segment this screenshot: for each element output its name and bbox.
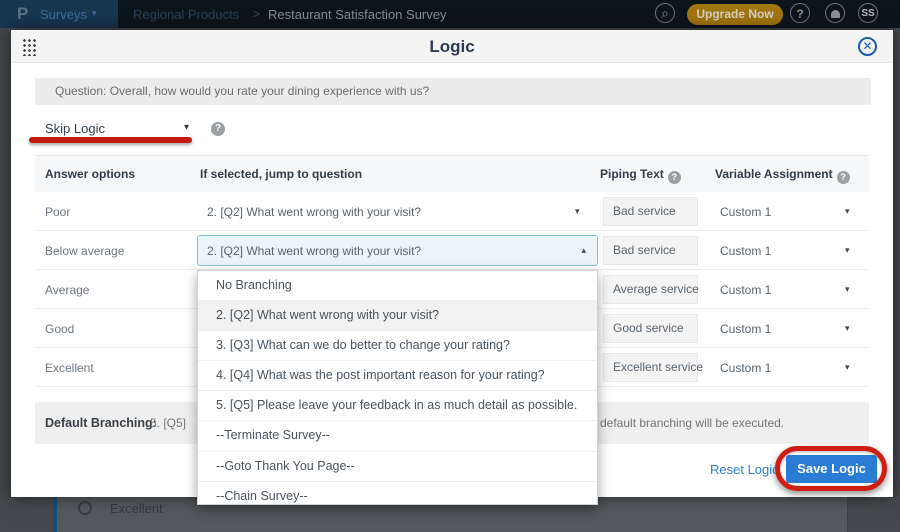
column-jump-to-question: If selected, jump to question: [200, 167, 362, 181]
default-branching-label: Default Branching:: [45, 402, 157, 444]
proprofs-logo[interactable]: P: [17, 4, 28, 24]
answer-option-label: Poor: [45, 205, 70, 219]
dropdown-option[interactable]: --Terminate Survey--: [198, 421, 597, 451]
chevron-down-icon[interactable]: ▾: [184, 122, 189, 133]
answer-option-label: Excellent: [45, 361, 94, 375]
breadcrumb-folder[interactable]: Regional Products: [133, 7, 239, 22]
red-underline-annotation: [29, 137, 192, 143]
piping-text-input[interactable]: Good service: [603, 314, 698, 343]
close-icon[interactable]: ✕: [858, 37, 877, 56]
variable-select[interactable]: Custom 1: [720, 322, 771, 336]
dropdown-option[interactable]: 4. [Q4] What was the post important reas…: [198, 361, 597, 391]
excellent-radio-label: Excellent: [110, 501, 163, 516]
variable-select[interactable]: Custom 1: [720, 361, 771, 375]
excellent-radio[interactable]: [78, 501, 92, 515]
dropdown-option[interactable]: No Branching: [198, 271, 597, 301]
answer-option-label: Good: [45, 322, 74, 336]
user-avatar[interactable]: SS: [858, 3, 878, 23]
answer-option-label: Average: [45, 283, 89, 297]
default-branching-note: default branching will be executed.: [600, 402, 784, 444]
chevron-down-icon[interactable]: ▾: [845, 284, 850, 295]
logic-type-help-icon[interactable]: ?: [211, 122, 225, 136]
surveys-menu[interactable]: Surveys: [40, 7, 87, 22]
jump-question-select[interactable]: 2. [Q2] What went wrong with your visit?: [207, 205, 577, 219]
jump-question-select-active[interactable]: 2. [Q2] What went wrong with your visit?…: [197, 235, 598, 266]
piping-text-input[interactable]: Bad service: [603, 236, 698, 265]
chevron-down-icon[interactable]: ▾: [845, 245, 850, 256]
dropdown-option[interactable]: 3. [Q3] What can we do better to change …: [198, 331, 597, 361]
piping-text-input[interactable]: Average service: [603, 275, 698, 304]
modal-title: Logic: [11, 30, 893, 63]
chevron-up-icon: ▴: [581, 245, 586, 256]
default-branching-value: 5. [Q5]: [150, 402, 186, 444]
chevron-down-icon[interactable]: ▾: [845, 362, 850, 373]
selected-jump-question: 2. [Q2] What went wrong with your visit?: [207, 244, 421, 258]
dropdown-option[interactable]: --Chain Survey--: [198, 482, 597, 511]
dropdown-option[interactable]: --Goto Thank You Page--: [198, 452, 597, 482]
table-row: Below average 2. [Q2] What went wrong wi…: [35, 231, 869, 270]
breadcrumb-separator-icon: >: [253, 7, 260, 21]
dropdown-option-highlighted[interactable]: 2. [Q2] What went wrong with your visit?: [198, 301, 597, 331]
jump-question-dropdown-list: No Branching 2. [Q2] What went wrong wit…: [197, 270, 598, 505]
upgrade-now-button[interactable]: Upgrade Now: [687, 4, 783, 25]
piping-text-input[interactable]: Excellent service: [603, 353, 698, 382]
variable-select[interactable]: Custom 1: [720, 283, 771, 297]
top-navigation-bar: P Surveys ▾ Regional Products > Restaura…: [0, 0, 900, 28]
logic-type-select[interactable]: Skip Logic: [45, 121, 105, 136]
question-text-bar: Question: Overall, how would you rate yo…: [35, 78, 871, 105]
search-icon[interactable]: ⌕: [655, 3, 675, 23]
dropdown-option[interactable]: 5. [Q5] Please leave your feedback in as…: [198, 391, 597, 421]
variable-select[interactable]: Custom 1: [720, 205, 771, 219]
notifications-bell-icon[interactable]: [825, 3, 845, 23]
variable-help-icon[interactable]: ?: [837, 171, 850, 184]
column-variable-assignment: Variable Assignment?: [715, 167, 850, 184]
chevron-down-icon[interactable]: ▾: [845, 323, 850, 334]
piping-text-input[interactable]: Bad service: [603, 197, 698, 226]
piping-help-icon[interactable]: ?: [668, 171, 681, 184]
help-icon[interactable]: ?: [790, 3, 810, 23]
table-header-row: Answer options If selected, jump to ques…: [35, 156, 869, 192]
reset-logic-link[interactable]: Reset Logic: [710, 462, 779, 477]
column-variable-label: Variable Assignment: [715, 167, 833, 181]
bell-glyph: [831, 10, 840, 18]
chevron-down-icon[interactable]: ▾: [575, 206, 580, 217]
background-card-edge: [847, 497, 848, 532]
column-answer-options: Answer options: [45, 167, 135, 181]
column-piping-text: Piping Text?: [600, 167, 681, 184]
table-row: Poor 2. [Q2] What went wrong with your v…: [35, 192, 869, 231]
chevron-down-icon[interactable]: ▾: [845, 206, 850, 217]
modal-header: Logic ✕: [11, 30, 893, 63]
breadcrumb-survey-title: Restaurant Satisfaction Survey: [268, 7, 446, 22]
column-piping-text-label: Piping Text: [600, 167, 664, 181]
selected-question-indicator: [53, 497, 57, 532]
save-logic-button[interactable]: Save Logic: [786, 455, 877, 483]
variable-select[interactable]: Custom 1: [720, 244, 771, 258]
surveys-caret-icon: ▾: [92, 8, 97, 19]
answer-option-label: Below average: [45, 244, 124, 258]
